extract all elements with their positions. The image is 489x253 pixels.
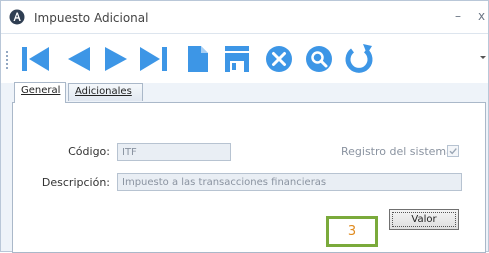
registro-sistema-checkbox[interactable] — [447, 145, 459, 157]
impuesto-adicional-window: Impuesto Adicional – x General Adicional… — [0, 0, 489, 253]
general-panel: Código: Registro del sistema Descripción… — [12, 102, 486, 253]
new-document-icon[interactable] — [177, 38, 217, 78]
close-button[interactable]: x — [478, 10, 485, 22]
toolbar — [1, 34, 488, 83]
descripcion-field[interactable] — [117, 173, 462, 191]
tab-adicionales[interactable]: Adicionales — [68, 83, 143, 101]
step-callout: 3 — [326, 216, 378, 247]
next-record-icon[interactable] — [95, 38, 135, 78]
checkmark-icon — [449, 148, 457, 155]
toolbar-overflow-icon[interactable] — [480, 56, 486, 59]
last-record-icon[interactable] — [134, 38, 174, 78]
app-logo-icon — [9, 9, 25, 25]
window-title: Impuesto Adicional — [34, 11, 149, 25]
minimize-button[interactable]: – — [455, 10, 461, 22]
registro-sistema-label: Registro del sistema — [341, 145, 453, 158]
codigo-field[interactable] — [117, 143, 231, 161]
tab-strip: General Adicionales — [1, 82, 488, 103]
refresh-icon[interactable] — [339, 38, 379, 78]
valor-button[interactable]: Valor — [389, 209, 459, 230]
valor-button-label: Valor — [392, 212, 456, 227]
first-record-icon[interactable] — [15, 38, 55, 78]
search-icon[interactable] — [299, 38, 339, 78]
cancel-icon[interactable] — [259, 38, 299, 78]
previous-record-icon[interactable] — [56, 38, 96, 78]
descripcion-label: Descripción: — [41, 176, 110, 189]
toolbar-grip[interactable] — [6, 50, 8, 70]
title-bar: Impuesto Adicional – x — [1, 1, 488, 34]
tab-general[interactable]: General — [14, 82, 66, 103]
codigo-label: Código: — [68, 145, 110, 158]
save-icon[interactable] — [217, 38, 257, 78]
